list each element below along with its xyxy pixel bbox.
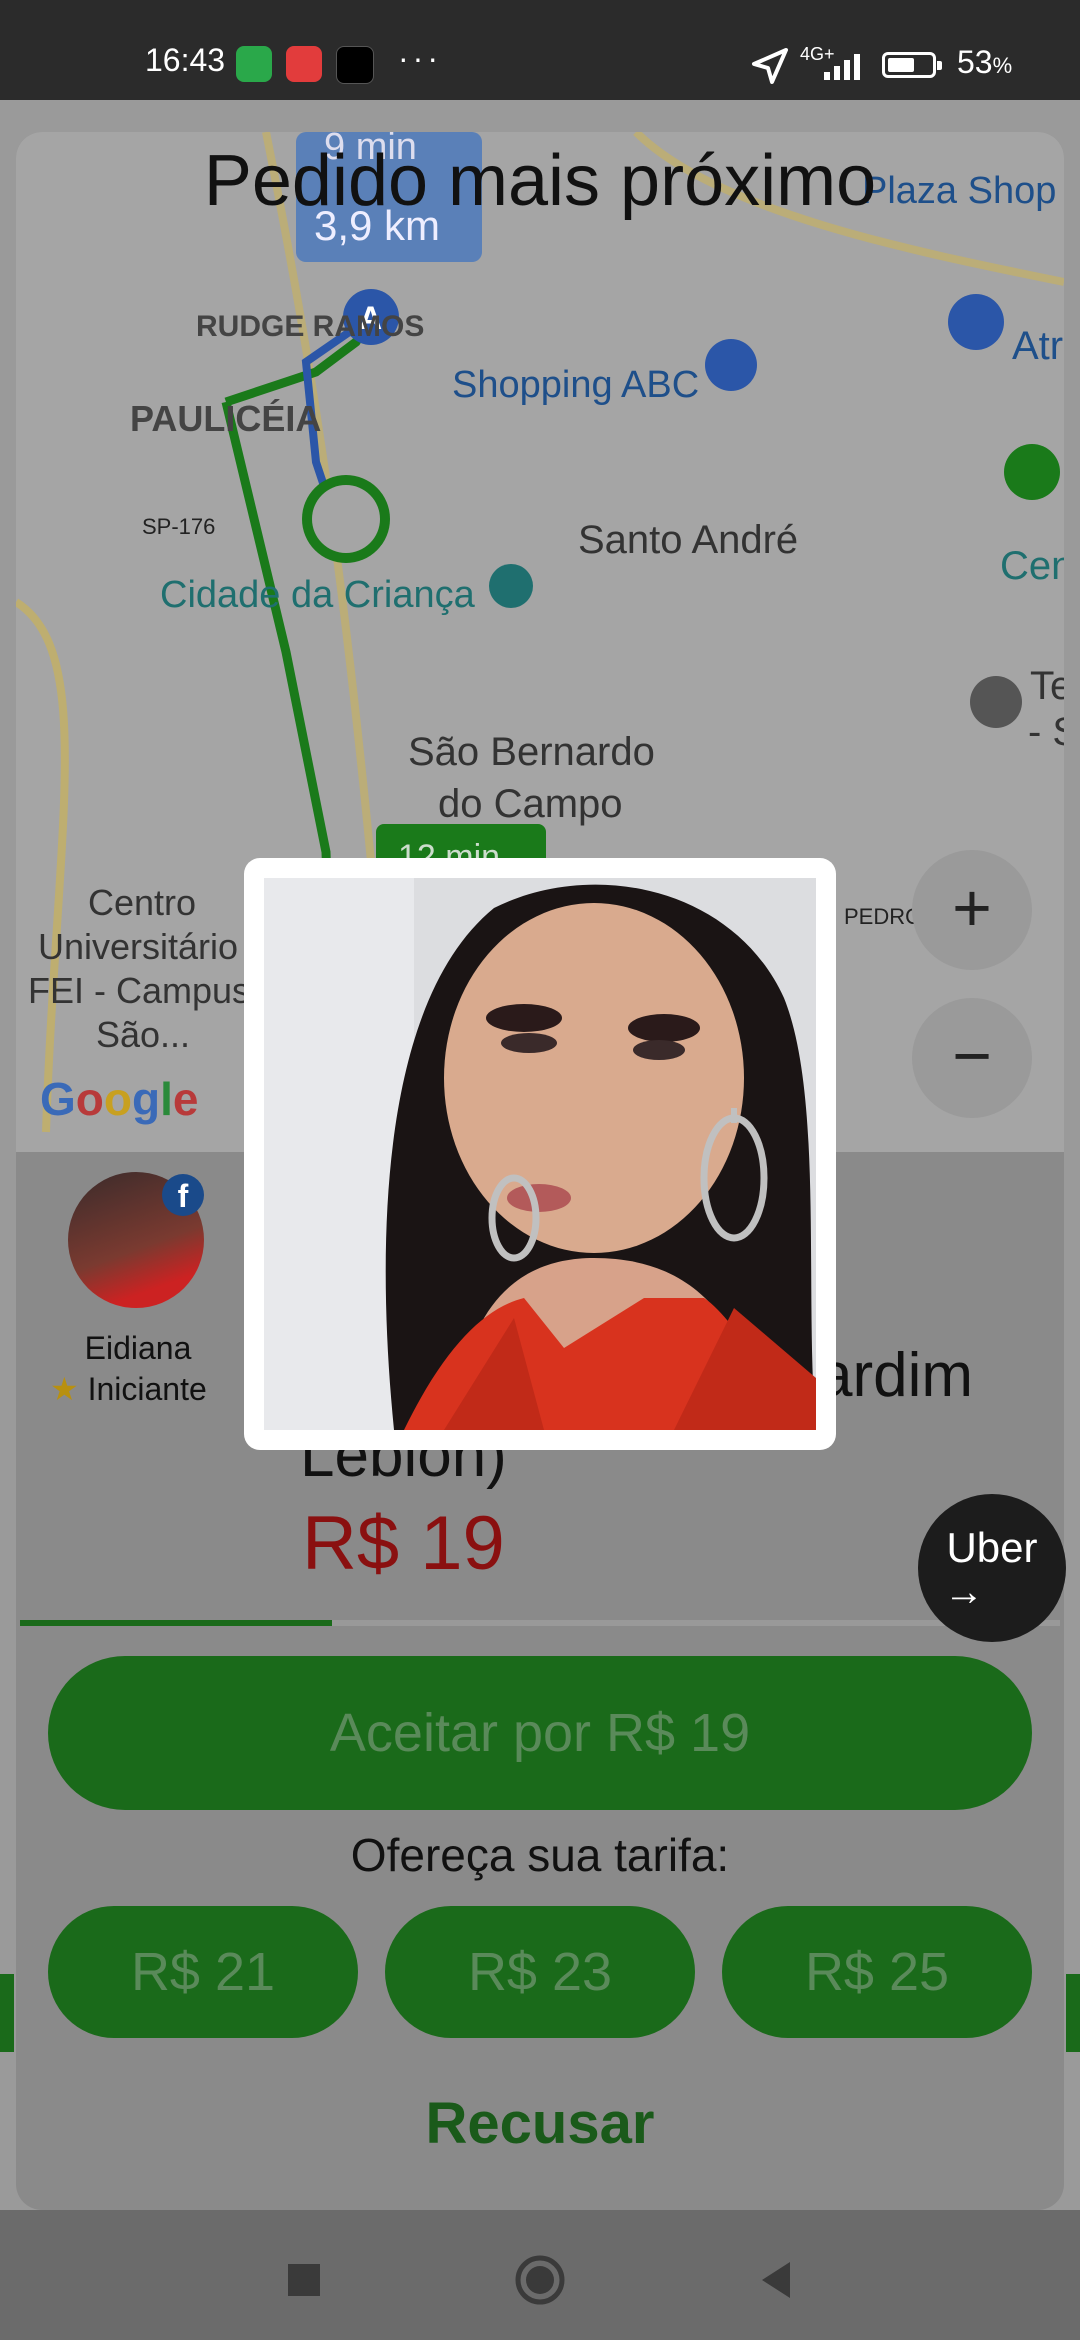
profile-photo-popup[interactable] (244, 858, 836, 1450)
rider-rank-label: Iniciante (87, 1371, 207, 1407)
status-bar: 16:43 ··· 4G+ 53% (0, 0, 1080, 100)
system-nav-bar (0, 2210, 1080, 2340)
uber-fab-label: Uber (946, 1524, 1038, 1571)
countdown-progress (20, 1620, 1060, 1626)
map-label-sao-bernardo: São Bernardo (408, 730, 655, 774)
fare-option-21[interactable]: R$ 21 (48, 1906, 358, 2038)
offer-fare-label: Ofereça sua tarifa: (350, 1829, 730, 1881)
background-accent-left (0, 1974, 14, 2052)
map-label-atr: Atr (1012, 324, 1064, 368)
map-label-fei: FEI - Campus (28, 970, 251, 1011)
recents-button[interactable] (284, 2260, 324, 2300)
fare-option-25[interactable]: R$ 25 (722, 1906, 1032, 2038)
fare-option-23[interactable]: R$ 23 (385, 1906, 695, 2038)
map-label-santo-andre: Santo André (578, 518, 799, 562)
ride-price: R$ 19 (302, 1501, 505, 1586)
location-icon (752, 48, 788, 84)
home-button[interactable] (512, 2252, 568, 2308)
facebook-icon: f (162, 1174, 204, 1216)
map-label-sp176: SP-176 (142, 514, 216, 539)
map-label-do-campo: do Campo (438, 782, 623, 826)
star-icon: ★ (50, 1371, 79, 1407)
map-label-pedro: PEDRO (844, 904, 923, 929)
battery-percent: 53% (957, 44, 1013, 80)
uber-notification-icon (336, 46, 374, 84)
map-label-cidade-crianca: Cidade da Criança (160, 574, 475, 616)
battery-icon (882, 52, 942, 78)
rider-rank: ★ Iniciante (50, 1370, 207, 1408)
map-label-s: - S (1028, 710, 1064, 754)
map-label-cen: Cen (1000, 544, 1064, 588)
more-notifications-icon: ··· (398, 40, 442, 76)
profile-photo (264, 878, 816, 1430)
rider-name: Eidiana (84, 1330, 192, 1366)
map-label-sao: São... (96, 1014, 191, 1055)
destination-line-1: ardim (818, 1341, 974, 1410)
map-label-centro: Centro (88, 882, 197, 923)
google-logo: Google (40, 1073, 199, 1125)
status-time: 16:43 (145, 42, 226, 78)
app-notification-icon (236, 46, 272, 82)
map-label-pauliceia: PAULICÉIA (130, 398, 322, 439)
app-notification-icon (286, 46, 322, 82)
refuse-button[interactable]: Recusar (0, 2090, 1080, 2157)
map-label-rudge-ramos: RUDGE RAMOS (196, 310, 425, 343)
zoom-in-button[interactable]: + (912, 850, 1032, 970)
map-label-te: Te (1030, 664, 1064, 708)
zoom-out-button[interactable]: − (912, 998, 1032, 1118)
back-button[interactable] (756, 2258, 796, 2302)
map-label-shopping-abc: Shopping ABC (452, 364, 700, 406)
uber-floating-button[interactable]: Uber → (918, 1494, 1066, 1642)
page-title: Pedido mais próximo (203, 141, 877, 221)
accept-button[interactable]: Aceitar por R$ 19 (48, 1656, 1032, 1810)
arrow-right-icon: → (944, 1570, 984, 1614)
signal-icon (824, 54, 860, 80)
background-accent-right (1066, 1974, 1080, 2052)
map-label-universitario: Universitário (38, 926, 239, 967)
